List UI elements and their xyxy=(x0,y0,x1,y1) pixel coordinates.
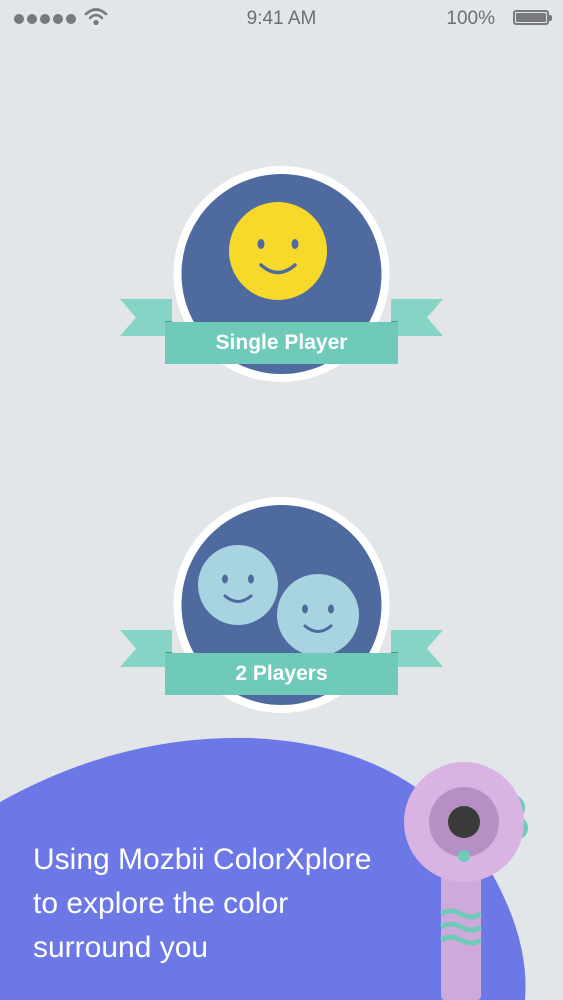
smiley-face-icon xyxy=(229,202,327,300)
single-player-button[interactable]: Single Player xyxy=(120,164,443,384)
promo-message: Using Mozbii ColorXplore to explore the … xyxy=(33,838,433,970)
two-players-button[interactable]: 2 Players xyxy=(120,495,443,715)
battery-icon xyxy=(513,10,552,25)
two-players-label: 2 Players xyxy=(235,662,328,685)
promo-panel: Using Mozbii ColorXplore to explore the … xyxy=(0,700,563,1000)
single-player-label: Single Player xyxy=(215,331,348,354)
promo-line: surround you xyxy=(33,931,209,964)
promo-line: Using Mozbii ColorXplore xyxy=(33,843,372,876)
promo-line: to explore the color xyxy=(33,887,289,920)
battery-percentage: 100% xyxy=(446,8,495,29)
status-bar: 9:41 AM 100% xyxy=(0,0,563,36)
